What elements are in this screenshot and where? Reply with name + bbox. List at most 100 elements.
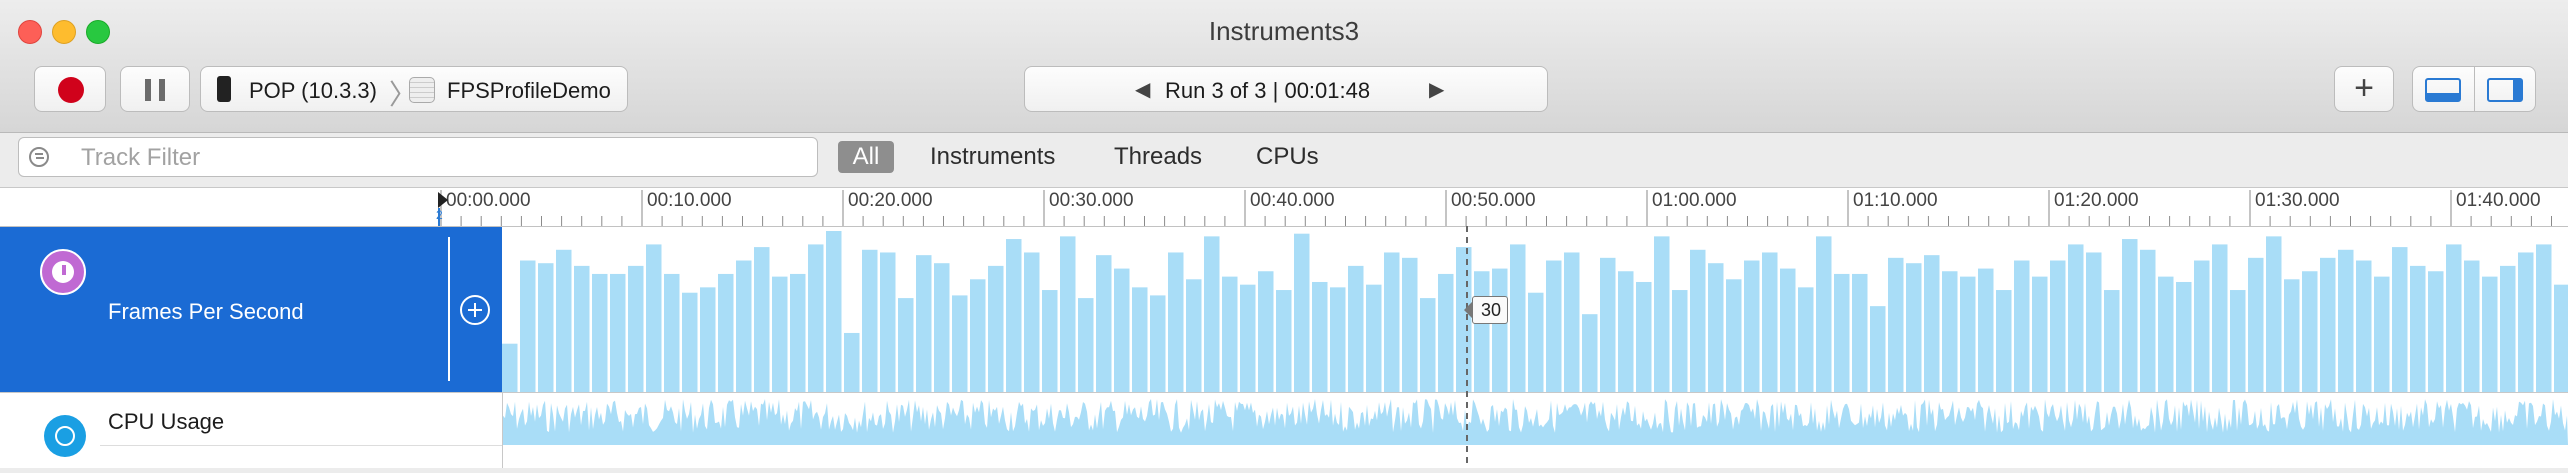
fps-bar	[592, 273, 608, 392]
next-run-icon[interactable]: ▶	[1429, 77, 1444, 102]
track-header-fps[interactable]: Frames Per Second	[0, 227, 502, 392]
cpu-usage-waveform	[503, 399, 2568, 445]
scope-cpus[interactable]: CPUs	[1256, 141, 1319, 173]
previous-run-icon[interactable]: ◀	[1135, 77, 1150, 102]
fps-bar	[1744, 260, 1760, 392]
fps-bar	[1798, 287, 1814, 392]
fps-bar	[700, 287, 716, 392]
fps-bar	[2068, 244, 2084, 392]
fps-bar	[1420, 298, 1436, 392]
fps-bar	[862, 249, 878, 392]
fps-bar	[1906, 263, 1922, 392]
record-button[interactable]	[34, 66, 106, 112]
fps-bar	[628, 265, 644, 392]
fps-bar	[2086, 252, 2102, 392]
fps-bar	[1852, 273, 1868, 392]
fps-bar	[2140, 249, 2156, 392]
track-name: CPU Usage	[108, 409, 225, 434]
fps-bars	[502, 231, 2568, 392]
ruler-tick-label: 01:20.000	[2054, 190, 2139, 211]
fps-bar	[2320, 257, 2336, 392]
fps-bar	[1600, 257, 1616, 392]
fps-bar	[1996, 290, 2012, 392]
add-track-icon[interactable]	[460, 295, 490, 325]
track-name: Frames Per Second	[108, 299, 304, 324]
fps-bar	[718, 273, 734, 392]
fps-bar	[1780, 268, 1796, 392]
cpu-usage-graph[interactable]	[503, 393, 2568, 468]
fps-bar	[2032, 276, 2048, 392]
cursor-value-badge: 30	[1463, 296, 1509, 324]
right-panel-icon[interactable]	[2487, 78, 2523, 102]
track-filter-input[interactable]	[79, 142, 803, 174]
fps-bar	[916, 255, 932, 392]
phone-icon	[217, 76, 231, 102]
target-selector[interactable]: POP (10.3.3) 〉 FPSProfileDemo	[200, 66, 628, 112]
fps-bar	[1222, 276, 1238, 392]
fps-bar	[2374, 276, 2390, 392]
fps-bar	[2500, 265, 2516, 392]
fps-bar	[1384, 252, 1400, 392]
fps-bar	[1708, 263, 1724, 392]
ruler-tick-label: 00:20.000	[848, 190, 933, 211]
fps-bar	[934, 263, 950, 392]
fps-bar	[574, 265, 590, 392]
fps-bar	[2536, 244, 2552, 392]
fps-bar	[844, 332, 860, 392]
fps-bar	[1132, 287, 1148, 392]
fps-bar	[2302, 271, 2318, 392]
fps-bar	[2248, 257, 2264, 392]
bottom-panel-icon[interactable]	[2425, 78, 2461, 102]
track-header-cpu[interactable]: CPU Usage	[0, 393, 503, 468]
fps-bar	[2518, 252, 2534, 392]
fps-bar	[1546, 260, 1562, 392]
fps-bar	[790, 273, 806, 392]
playhead-marker[interactable]: 2	[436, 190, 452, 231]
cpu-usage-area	[503, 399, 2568, 445]
scope-threads[interactable]: Threads	[1114, 141, 1202, 173]
ruler-tick-label: 01:40.000	[2456, 190, 2541, 211]
fps-bar	[1024, 252, 1040, 392]
fps-bar	[1366, 284, 1382, 392]
playhead-label: 2	[436, 208, 443, 222]
fps-bar	[1618, 271, 1634, 392]
fps-bar	[1870, 306, 1886, 392]
app-icon	[409, 77, 435, 103]
ruler-tick-label: 00:00.000	[446, 190, 531, 211]
scope-all[interactable]: All	[838, 141, 894, 173]
pause-button[interactable]	[120, 66, 190, 112]
fps-bar	[1240, 284, 1256, 392]
plus-icon: +	[2354, 69, 2374, 107]
add-instrument-button[interactable]: +	[2334, 66, 2394, 112]
fps-bar	[2176, 281, 2192, 392]
fps-bar	[880, 252, 896, 392]
fps-bar	[682, 292, 698, 392]
ruler-tick-label: 01:30.000	[2255, 190, 2340, 211]
filter-icon[interactable]	[29, 147, 49, 167]
fps-bar	[2428, 271, 2444, 392]
fps-bar	[2266, 236, 2282, 392]
record-icon	[58, 77, 84, 103]
fps-instrument-icon	[40, 249, 86, 295]
fps-bar	[2446, 244, 2462, 392]
ruler-tick-label: 00:30.000	[1049, 190, 1134, 211]
fps-bar	[1924, 255, 1940, 392]
fps-bar	[1060, 236, 1076, 392]
fps-bar	[520, 260, 536, 392]
fps-bar	[1204, 236, 1220, 392]
track-filter-field[interactable]	[18, 137, 818, 177]
fps-bar	[610, 273, 626, 392]
fps-bar	[646, 244, 662, 392]
inspection-cursor[interactable]	[1466, 226, 1468, 468]
fps-bar	[538, 263, 554, 392]
view-toggle-group	[2412, 66, 2536, 112]
fps-graph[interactable]	[502, 227, 2568, 392]
fps-bar	[1096, 255, 1112, 392]
fps-bar	[2464, 260, 2480, 392]
fps-bar	[556, 249, 572, 392]
fps-bar	[1330, 287, 1346, 392]
fps-bar	[1564, 252, 1580, 392]
fps-bar	[1078, 298, 1094, 392]
scope-instruments[interactable]: Instruments	[930, 141, 1055, 173]
fps-bar	[2104, 290, 2120, 392]
